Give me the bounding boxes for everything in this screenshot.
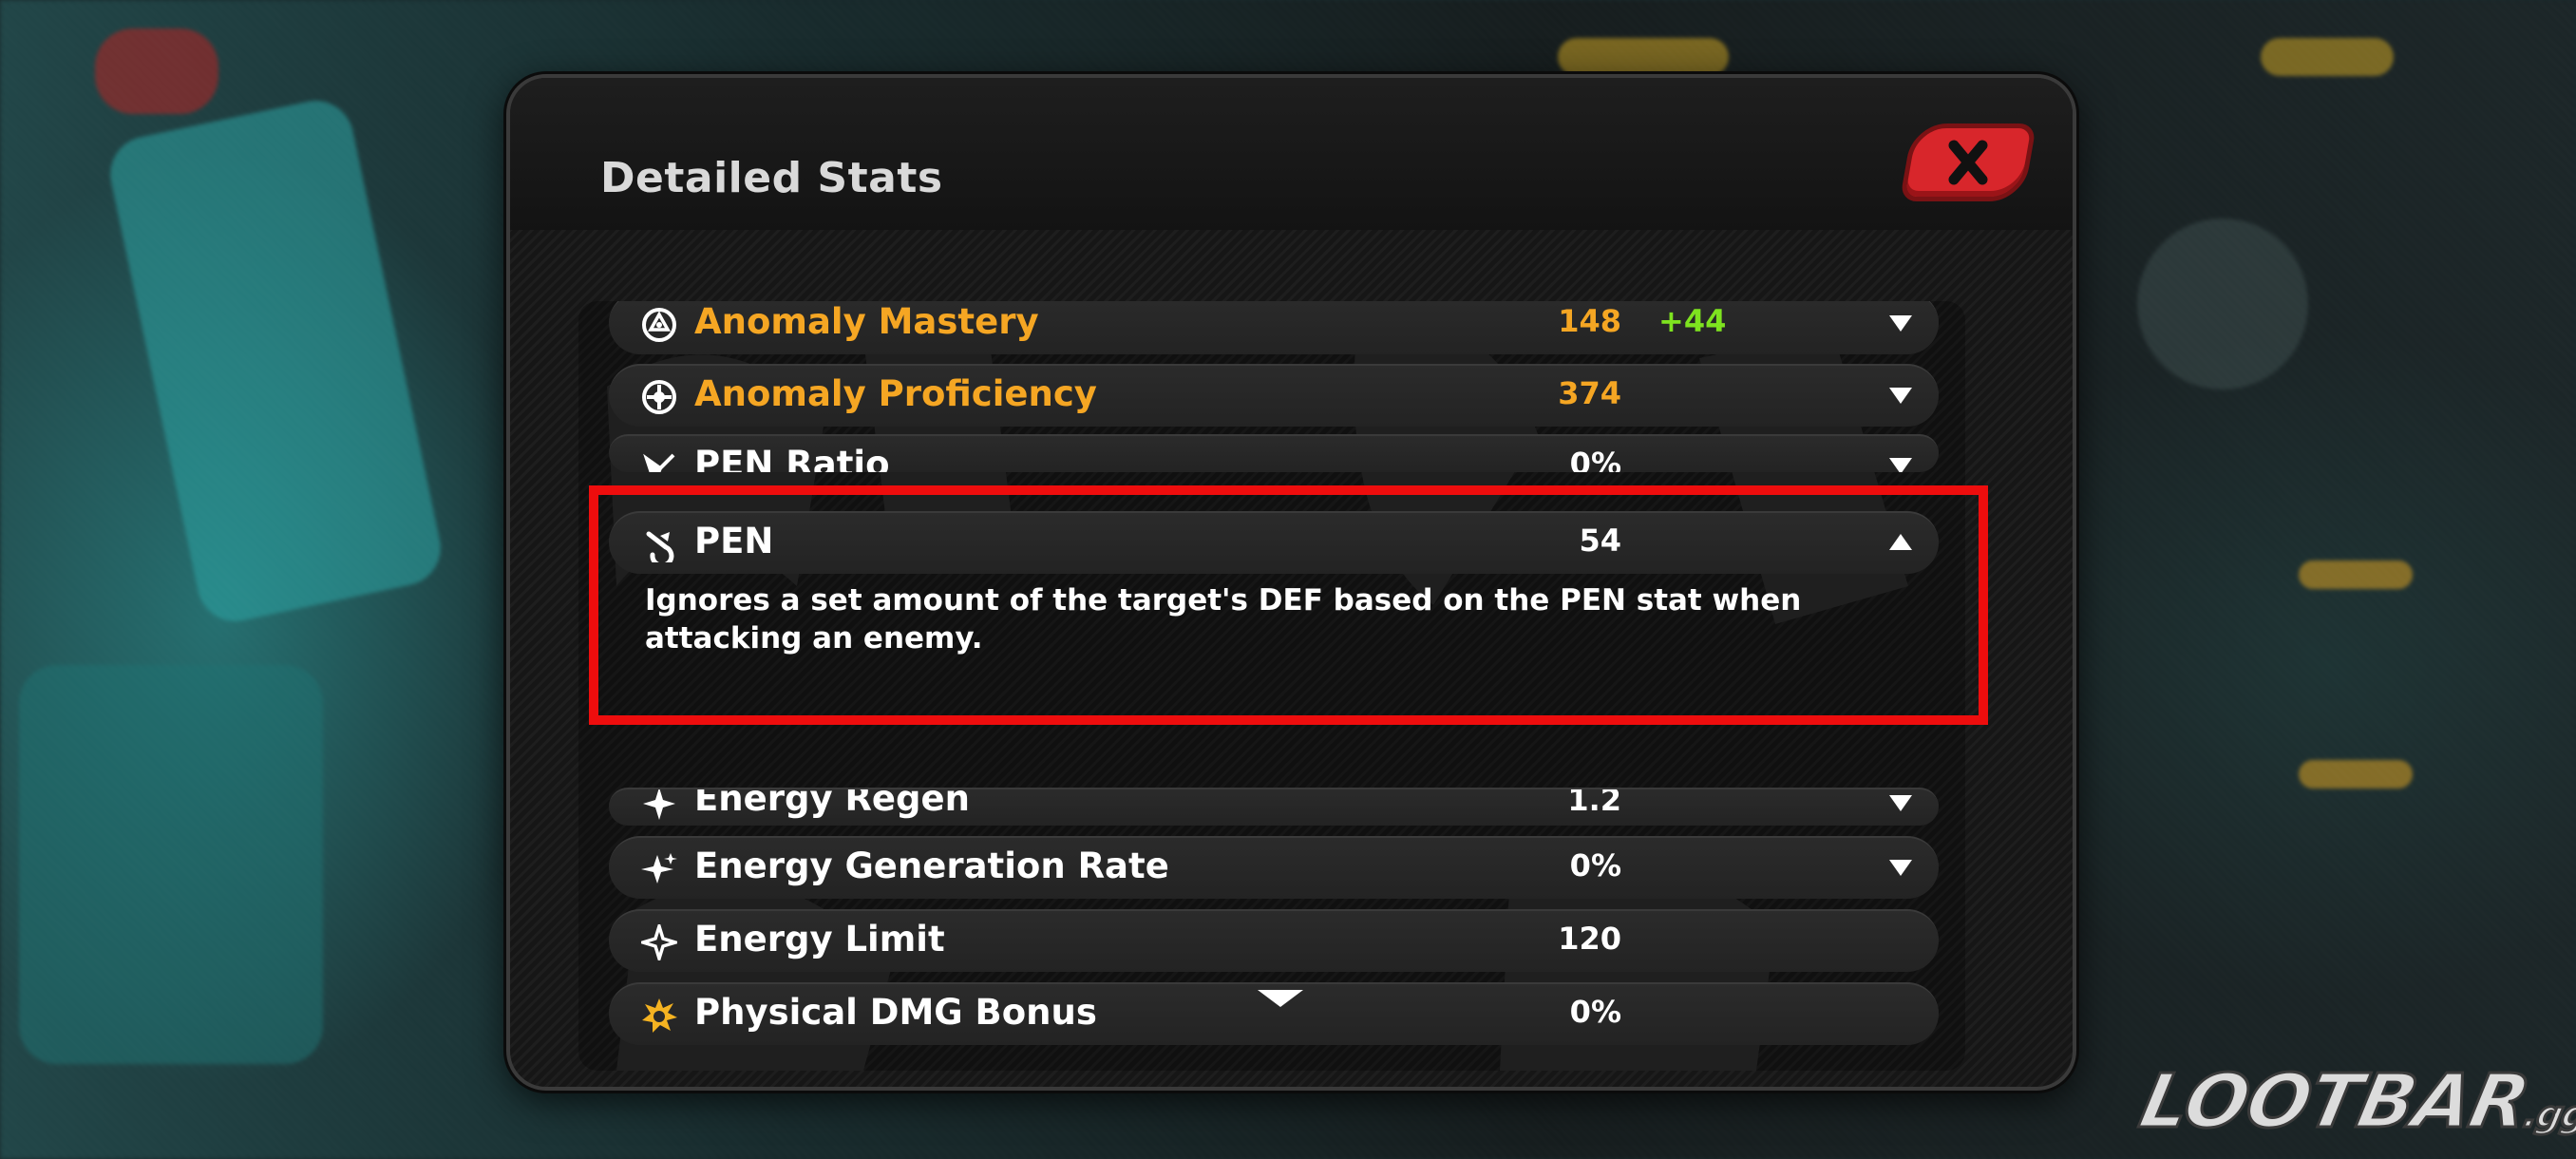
stat-row-anomaly-mastery[interactable]: Anomaly Mastery 148 +44	[609, 301, 1939, 354]
stat-description: Ignores a set amount of the target's DEF…	[645, 583, 1802, 656]
stat-base-value: 1.2	[1567, 788, 1621, 818]
watermark-suffix: .gg	[2519, 1092, 2576, 1137]
lootbar-watermark: LOOTBAR.gg	[2131, 1058, 2576, 1147]
stat-name: Anomaly Mastery	[694, 301, 1039, 342]
anomaly-proficiency-icon	[642, 380, 676, 414]
pen-icon	[646, 531, 674, 562]
stat-base-value: 0%	[1569, 994, 1621, 1030]
stat-base-value: 120	[1558, 921, 1621, 957]
watermark-brand: LOOTBAR	[2131, 1058, 2538, 1147]
chevron-down-icon[interactable]	[1889, 860, 1912, 876]
stat-base-value: 0%	[1569, 847, 1621, 884]
stat-name: Physical DMG Bonus	[694, 992, 1097, 1033]
close-x-icon	[1948, 140, 1988, 185]
stat-name: Anomaly Proficiency	[694, 373, 1097, 414]
stat-base-value: 0%	[1569, 446, 1621, 472]
stat-name: Energy Regen	[694, 788, 970, 819]
stats-list[interactable]: Anomaly Mastery 148 +44 Anomaly Proficie…	[578, 301, 1965, 1071]
stat-name: Energy Generation Rate	[694, 846, 1169, 886]
chevron-up-icon[interactable]	[1889, 534, 1912, 550]
energy-limit-icon	[641, 924, 677, 960]
energy-generation-icon	[641, 853, 677, 884]
stat-row-pen[interactable]: PEN 54	[609, 511, 1939, 574]
stat-bonus-value: +44	[1658, 303, 1727, 339]
stat-base-value: 148	[1558, 303, 1621, 339]
stat-base-value: 374	[1558, 375, 1621, 411]
chevron-down-icon[interactable]	[1889, 315, 1912, 332]
pen-ratio-icon	[643, 453, 675, 472]
modal-title: Detailed Stats	[600, 154, 943, 202]
stat-row-pen-ratio[interactable]: PEN Ratio 0%	[609, 434, 1939, 472]
close-button[interactable]	[1899, 124, 2037, 201]
chevron-down-icon[interactable]	[1889, 458, 1912, 472]
stat-name: PEN	[694, 521, 774, 561]
scroll-down-icon[interactable]	[1258, 990, 1303, 1007]
anomaly-mastery-icon	[642, 308, 676, 342]
stat-row-anomaly-proficiency[interactable]: Anomaly Proficiency 374	[609, 364, 1939, 427]
stat-row-energy-regen[interactable]: Energy Regen 1.2	[609, 788, 1939, 826]
chevron-down-icon[interactable]	[1889, 795, 1912, 811]
detailed-stats-modal: Detailed Stats Anomaly Mastery 148 +44 A…	[506, 74, 2076, 1091]
energy-regen-icon	[643, 789, 675, 820]
stat-name: PEN Ratio	[694, 444, 890, 472]
physical-dmg-icon	[642, 998, 677, 1033]
stat-row-energy-generation-rate[interactable]: Energy Generation Rate 0%	[609, 836, 1939, 899]
stat-base-value: 54	[1579, 522, 1621, 559]
stat-name: Energy Limit	[694, 919, 945, 960]
stat-row-energy-limit[interactable]: Energy Limit 120	[609, 909, 1939, 972]
chevron-down-icon[interactable]	[1889, 388, 1912, 404]
